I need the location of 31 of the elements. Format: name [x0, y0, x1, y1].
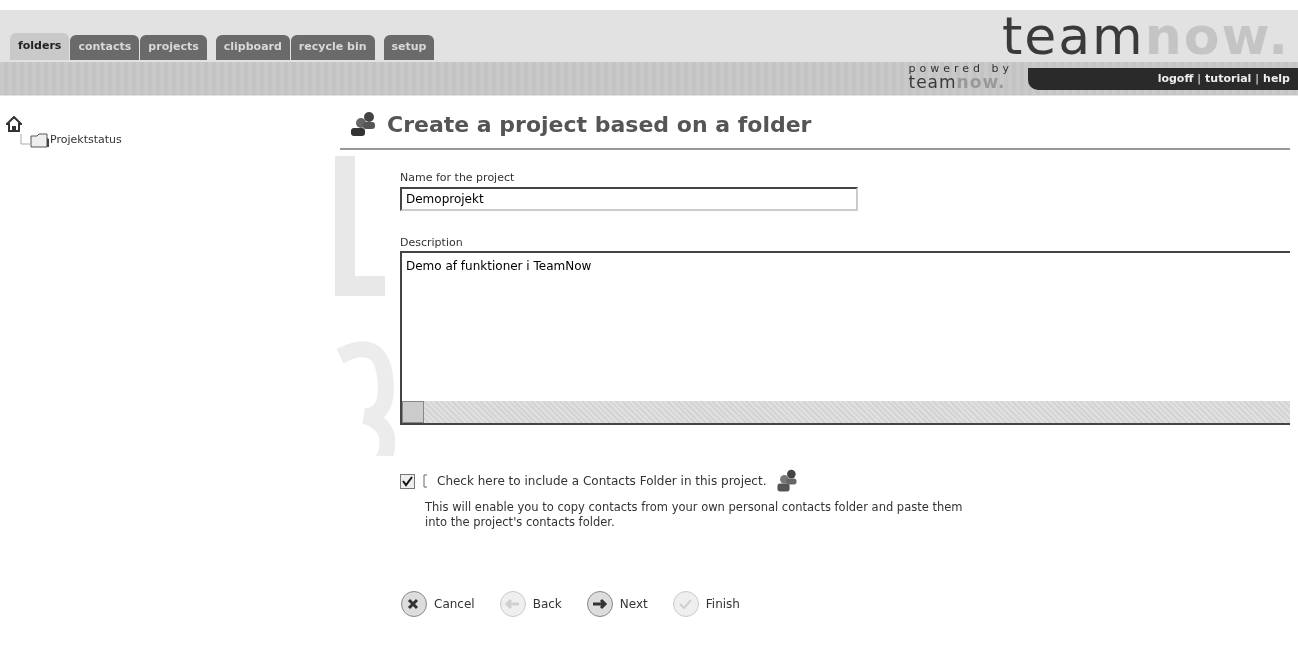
- cancel-button[interactable]: Cancel: [400, 589, 475, 618]
- tab[interactable]: folders: [10, 33, 70, 60]
- input-field[interactable]: Demoprojekt: [400, 186, 858, 211]
- field-label: Name for the project: [400, 170, 516, 186]
- page-title: Create a project based on a folder: [387, 111, 812, 139]
- tree-connector-icon: [20, 134, 30, 147]
- home-icon[interactable]: [6, 115, 22, 132]
- finish-icon: [671, 589, 700, 618]
- next-button[interactable]: Next: [585, 589, 648, 618]
- checkbox-label: Check here to include a Contacts Folder in this project.: [437, 473, 767, 490]
- cancel-icon: [400, 589, 428, 618]
- checkbox[interactable]: [400, 473, 415, 489]
- scroll-bar[interactable]: [400, 401, 1290, 425]
- help-text: This will enable you to copy contacts from your own personal contacts folder and paste them into the project's contacts folder.: [425, 500, 964, 530]
- tab[interactable]: contacts: [70, 35, 140, 60]
- tab[interactable]: projects: [140, 35, 207, 60]
- text-area[interactable]: Demo af funktioner i TeamNow: [400, 251, 1290, 401]
- field-label: Description: [400, 234, 464, 251]
- tree-node[interactable]: Projektstatus: [50, 132, 122, 149]
- header-link[interactable]: tutorial: [1205, 70, 1252, 88]
- tab[interactable]: clipboard: [215, 35, 290, 60]
- tab[interactable]: recycle bin: [290, 35, 375, 60]
- folder-icon: [30, 132, 50, 149]
- broken-image-icon: [423, 474, 429, 488]
- header-link[interactable]: logoff: [1157, 70, 1194, 88]
- link-separator: |: [1197, 70, 1202, 87]
- header-link[interactable]: help: [1263, 70, 1290, 88]
- link-separator: |: [1255, 70, 1260, 87]
- next-icon: [585, 589, 614, 618]
- back-icon: [498, 589, 527, 618]
- tab[interactable]: setup: [383, 35, 435, 60]
